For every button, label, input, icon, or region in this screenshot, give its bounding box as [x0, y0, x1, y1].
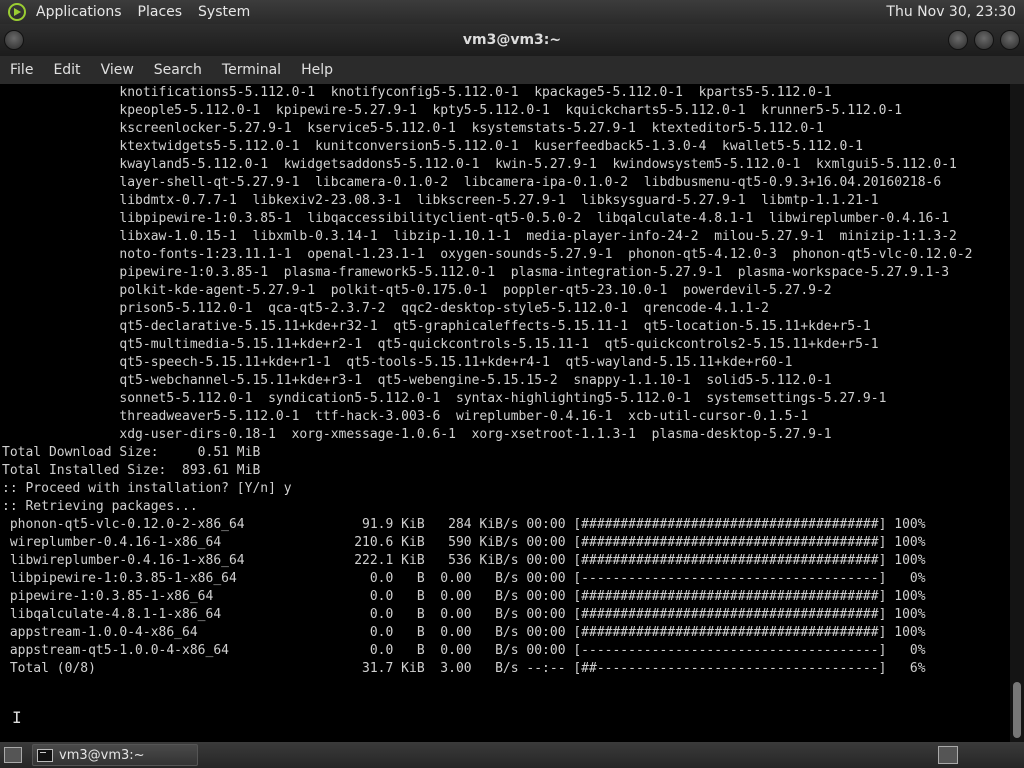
terminal-line: libxaw-1.0.15-1 libxmlb-0.3.14-1 libzip-… [2, 229, 957, 244]
terminal-icon [37, 748, 53, 762]
system-menu[interactable]: System [190, 0, 258, 24]
scrollbar-thumb[interactable] [1013, 682, 1021, 738]
maximize-icon[interactable] [974, 30, 994, 50]
minimize-icon[interactable] [948, 30, 968, 50]
menu-search[interactable]: Search [144, 56, 212, 84]
terminal-line: knotifications5-5.112.0-1 knotifyconfig5… [2, 85, 832, 100]
menubar: File Edit View Search Terminal Help [0, 56, 1024, 84]
top-panel: Applications Places System Thu Nov 30, 2… [0, 0, 1024, 24]
window-title: vm3@vm3:~ [462, 32, 562, 48]
terminal-line: kpeople5-5.112.0-1 kpipewire-5.27.9-1 kp… [2, 103, 903, 118]
terminal-line: polkit-kde-agent-5.27.9-1 polkit-qt5-0.1… [2, 283, 832, 298]
terminal-line: libpipewire-1:0.3.85-1-x86_64 0.0 B 0.00… [2, 571, 926, 586]
menu-edit[interactable]: Edit [43, 56, 90, 84]
terminal-line: appstream-qt5-1.0.0-4-x86_64 0.0 B 0.00 … [2, 643, 926, 658]
terminal-line: xdg-user-dirs-0.18-1 xorg-xmessage-1.0.6… [2, 427, 832, 442]
terminal-line: qt5-webchannel-5.15.11+kde+r3-1 qt5-webe… [2, 373, 832, 388]
terminal-line: layer-shell-qt-5.27.9-1 libcamera-0.1.0-… [2, 175, 942, 190]
workspace-switcher[interactable] [938, 746, 958, 764]
terminal-line: noto-fonts-1:23.11.1-1 openal-1.23.1-1 o… [2, 247, 973, 262]
terminal-line: libqalculate-4.8.1-1-x86_64 0.0 B 0.00 B… [2, 607, 926, 622]
menu-view[interactable]: View [91, 56, 144, 84]
terminal-line: phonon-qt5-vlc-0.12.0-2-x86_64 91.9 KiB … [2, 517, 926, 532]
window-titlebar[interactable]: vm3@vm3:~ [0, 24, 1024, 56]
close-icon[interactable] [1000, 30, 1020, 50]
terminal-line: prison5-5.112.0-1 qca-qt5-2.3.7-2 qqc2-d… [2, 301, 770, 316]
terminal-line: sonnet5-5.112.0-1 syndication5-5.112.0-1… [2, 391, 887, 406]
terminal-line: wireplumber-0.4.16-1-x86_64 210.6 KiB 59… [2, 535, 926, 550]
terminal-line: pipewire-1:0.3.85-1-x86_64 0.0 B 0.00 B/… [2, 589, 926, 604]
menu-file[interactable]: File [0, 56, 43, 84]
terminal-line: kwayland5-5.112.0-1 kwidgetsaddons5-5.11… [2, 157, 957, 172]
terminal-line: ktextwidgets5-5.112.0-1 kunitconversion5… [2, 139, 863, 154]
terminal-line: :: Proceed with installation? [Y/n] y [2, 481, 292, 496]
menu-help[interactable]: Help [291, 56, 343, 84]
text-cursor-icon: I [12, 708, 22, 727]
terminal-line: qt5-multimedia-5.15.11+kde+r2-1 qt5-quic… [2, 337, 879, 352]
terminal-line: qt5-declarative-5.15.11+kde+r32-1 qt5-gr… [2, 319, 871, 334]
terminal-line: Total Download Size: 0.51 MiB [2, 445, 261, 460]
places-menu[interactable]: Places [130, 0, 191, 24]
terminal-line: Total Installed Size: 893.61 MiB [2, 463, 261, 478]
terminal-line: qt5-speech-5.15.11+kde+r1-1 qt5-tools-5.… [2, 355, 793, 370]
clock[interactable]: Thu Nov 30, 23:30 [886, 4, 1024, 20]
terminal-line: :: Retrieving packages... [2, 499, 198, 514]
taskbar-window-button[interactable]: vm3@vm3:~ [32, 744, 198, 766]
terminal-scrollbar[interactable] [1010, 84, 1024, 742]
terminal-line: libpipewire-1:0.3.85-1 libqaccessibility… [2, 211, 950, 226]
distro-logo-icon[interactable] [8, 3, 26, 21]
terminal-line: kscreenlocker-5.27.9-1 kservice5-5.112.0… [2, 121, 824, 136]
terminal-line: appstream-1.0.0-4-x86_64 0.0 B 0.00 B/s … [2, 625, 926, 640]
taskbar-window-label: vm3@vm3:~ [59, 747, 145, 763]
menu-terminal[interactable]: Terminal [212, 56, 291, 84]
bottom-panel: vm3@vm3:~ [0, 742, 1024, 768]
terminal-line: libdmtx-0.7.7-1 libkexiv2-23.08.3-1 libk… [2, 193, 879, 208]
terminal-line: threadweaver5-5.112.0-1 ttf-hack-3.003-6… [2, 409, 809, 424]
terminal-line: libwireplumber-0.4.16-1-x86_64 222.1 KiB… [2, 553, 926, 568]
terminal-line: Total (0/8) 31.7 KiB 3.00 B/s --:-- [##-… [2, 661, 926, 676]
applications-menu[interactable]: Applications [28, 0, 130, 24]
show-desktop-icon[interactable] [4, 747, 22, 763]
terminal-output[interactable]: knotifications5-5.112.0-1 knotifyconfig5… [0, 84, 1010, 742]
terminal-line: pipewire-1:0.3.85-1 plasma-framework5-5.… [2, 265, 950, 280]
